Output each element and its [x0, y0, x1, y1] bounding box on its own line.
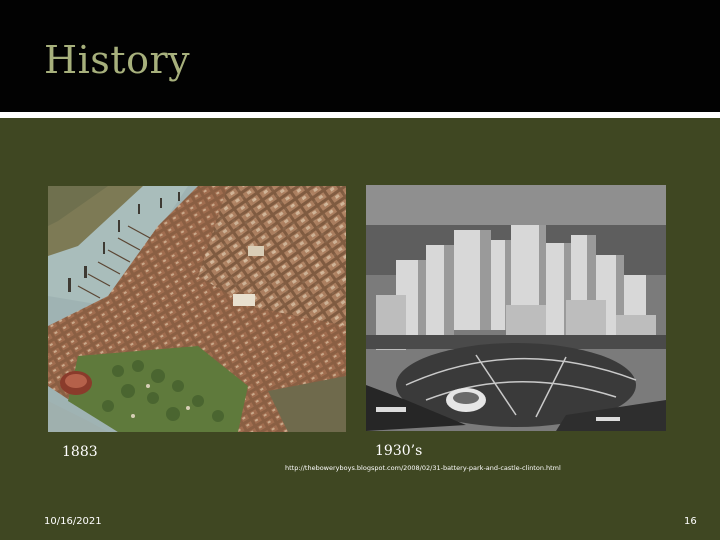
caption-1883: 1883 [62, 444, 98, 460]
footer-date: 10/16/2021 [44, 516, 102, 527]
image-1930s-aerial-photo [366, 185, 666, 431]
title-divider [0, 112, 720, 118]
image-1883-lower-manhattan-map [48, 186, 346, 432]
slide-title: History [44, 38, 191, 82]
caption-1930s: 1930’s [375, 443, 423, 459]
slide-number: 16 [684, 516, 697, 527]
source-link[interactable]: http://theboweryboys.blogspot.com/2008/0… [285, 464, 561, 472]
